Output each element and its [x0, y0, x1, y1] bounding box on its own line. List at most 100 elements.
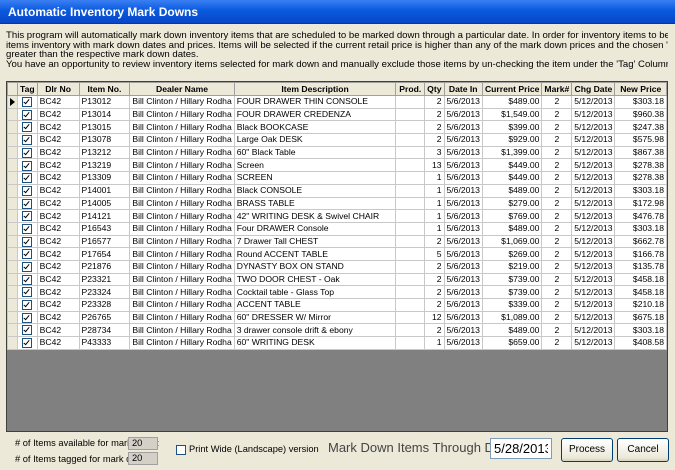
tag-checkbox[interactable] — [22, 312, 33, 323]
through-date-input[interactable] — [490, 438, 552, 459]
table-row[interactable]: BC42 P13014 Bill Clinton / Hillary Rodha FO… — [7, 107, 667, 122]
table-row[interactable]: BC42 P23321 Bill Clinton / Hillary Rodha TW… — [7, 272, 667, 287]
cell-tag[interactable] — [17, 196, 38, 211]
table-row[interactable]: BC42 P23324 Bill Clinton / Hillary Rodha Co… — [7, 285, 667, 299]
cell-tag[interactable] — [17, 234, 38, 249]
column-header-item-description[interactable]: Item Description — [233, 82, 397, 96]
tag-checkbox[interactable] — [22, 147, 33, 158]
cell-tag[interactable] — [17, 285, 38, 299]
table-row[interactable]: BC42 P14005 Bill Clinton / Hillary Rodha BR… — [7, 196, 667, 211]
column-header-dealer-name[interactable]: Dealer Name — [129, 82, 235, 96]
tag-checkbox[interactable] — [22, 300, 33, 311]
print-wide-label[interactable]: Print Wide (Landscape) version — [189, 444, 319, 454]
tag-checkbox[interactable] — [22, 338, 33, 349]
row-selector[interactable] — [7, 323, 18, 338]
process-button[interactable]: Process — [561, 438, 613, 462]
row-selector[interactable] — [7, 133, 18, 147]
table-row[interactable]: BC42 P14001 Bill Clinton / Hillary Rodha Bl… — [7, 183, 667, 198]
cell-tag[interactable] — [17, 272, 38, 287]
table-row[interactable]: BC42 P13012 Bill Clinton / Hillary Rodha FO… — [7, 95, 667, 109]
row-selector[interactable] — [7, 183, 18, 198]
cell-tag[interactable] — [17, 120, 38, 135]
table-row[interactable]: BC42 P13219 Bill Clinton / Hillary Rodha Sc… — [7, 158, 667, 173]
tag-checkbox[interactable] — [22, 211, 33, 222]
row-selector[interactable] — [7, 120, 18, 135]
cell-tag[interactable] — [17, 183, 38, 198]
row-selector[interactable] — [7, 259, 18, 274]
tag-checkbox[interactable] — [22, 274, 33, 285]
row-selector[interactable] — [7, 272, 18, 287]
row-selector[interactable] — [7, 196, 18, 211]
row-selector[interactable] — [7, 221, 18, 236]
column-header-prod[interactable]: Prod. — [395, 82, 426, 96]
cell-tag[interactable] — [17, 209, 38, 223]
cell-tag[interactable] — [17, 323, 38, 338]
table-row[interactable]: BC42 P13015 Bill Clinton / Hillary Rodha Bl… — [7, 120, 667, 135]
cell-tag[interactable] — [17, 298, 38, 312]
tag-checkbox[interactable] — [22, 262, 33, 273]
row-selector[interactable] — [7, 336, 18, 350]
row-selector[interactable] — [7, 107, 18, 122]
tag-checkbox[interactable] — [22, 160, 33, 171]
table-row[interactable]: BC42 P43333 Bill Clinton / Hillary Rodha 60… — [7, 336, 667, 350]
row-selector[interactable] — [7, 95, 18, 109]
table-row[interactable]: BC42 P16543 Bill Clinton / Hillary Rodha Fo… — [7, 221, 667, 236]
row-selector[interactable] — [7, 298, 18, 312]
table-row[interactable]: BC42 P13309 Bill Clinton / Hillary Rodha SC… — [7, 171, 667, 185]
cell-tag[interactable] — [17, 259, 38, 274]
row-selector[interactable] — [7, 158, 18, 173]
table-row[interactable]: BC42 P13212 Bill Clinton / Hillary Rodha 60… — [7, 145, 667, 160]
cell-tag[interactable] — [17, 158, 38, 173]
tag-checkbox[interactable] — [22, 97, 33, 108]
cell-tag[interactable] — [17, 145, 38, 160]
tag-checkbox[interactable] — [22, 122, 33, 133]
cell-tag[interactable] — [17, 310, 38, 325]
tag-checkbox[interactable] — [22, 236, 33, 247]
cell-tag[interactable] — [17, 133, 38, 147]
cell-tag[interactable] — [17, 171, 38, 185]
tag-checkbox[interactable] — [22, 325, 33, 336]
cell-tag[interactable] — [17, 221, 38, 236]
current-row-arrow-icon — [10, 98, 15, 107]
cell-tag[interactable] — [17, 95, 38, 109]
tag-checkbox[interactable] — [22, 135, 33, 146]
table-row[interactable]: BC42 P28734 Bill Clinton / Hillary Rodha 3 … — [7, 323, 667, 338]
table-row[interactable]: BC42 P21876 Bill Clinton / Hillary Rodha DY… — [7, 259, 667, 274]
column-header-new-price[interactable]: New Price — [614, 82, 667, 96]
markdown-items-grid[interactable]: Tag Dlr No Item No. Dealer Name Item Des… — [6, 81, 668, 432]
row-selector[interactable] — [7, 285, 18, 299]
table-row[interactable]: BC42 P13078 Bill Clinton / Hillary Rodha La… — [7, 133, 667, 147]
table-row[interactable]: BC42 P17654 Bill Clinton / Hillary Rodha Ro… — [7, 247, 667, 261]
column-header-dlr-no[interactable]: Dlr No — [36, 82, 80, 96]
cell-current-price: $1,069.00 — [481, 234, 543, 249]
cell-tag[interactable] — [17, 107, 38, 122]
tag-checkbox[interactable] — [22, 173, 33, 184]
column-header-current-price[interactable]: Current Price — [481, 82, 543, 96]
table-row[interactable]: BC42 P26765 Bill Clinton / Hillary Rodha 60… — [7, 310, 667, 325]
column-header-tag[interactable]: Tag — [17, 82, 38, 96]
tag-checkbox[interactable] — [22, 185, 33, 196]
cell-tag[interactable] — [17, 336, 38, 350]
tag-checkbox[interactable] — [22, 287, 33, 298]
tag-checkbox[interactable] — [22, 223, 33, 234]
tag-checkbox[interactable] — [22, 198, 33, 209]
column-header-qty[interactable]: Qty — [424, 82, 445, 96]
print-wide-checkbox[interactable] — [176, 445, 186, 455]
table-row[interactable]: BC42 P23328 Bill Clinton / Hillary Rodha AC… — [7, 298, 667, 312]
column-header-chg-date[interactable]: Chg Date — [571, 82, 616, 96]
table-row[interactable]: BC42 P16577 Bill Clinton / Hillary Rodha 7 … — [7, 234, 667, 249]
table-row[interactable]: BC42 P14121 Bill Clinton / Hillary Rodha 42… — [7, 209, 667, 223]
row-selector[interactable] — [7, 310, 18, 325]
row-selector[interactable] — [7, 145, 18, 160]
row-selector[interactable] — [7, 171, 18, 185]
column-header-item-no[interactable]: Item No. — [78, 82, 131, 96]
column-header-mark-number[interactable]: Mark# — [541, 82, 573, 96]
cancel-button[interactable]: Cancel — [617, 438, 669, 462]
tag-checkbox[interactable] — [22, 109, 33, 120]
column-header-date-in[interactable]: Date In — [443, 82, 483, 96]
row-selector[interactable] — [7, 209, 18, 223]
row-selector[interactable] — [7, 234, 18, 249]
tag-checkbox[interactable] — [22, 249, 33, 260]
row-selector[interactable] — [7, 247, 18, 261]
cell-tag[interactable] — [17, 247, 38, 261]
